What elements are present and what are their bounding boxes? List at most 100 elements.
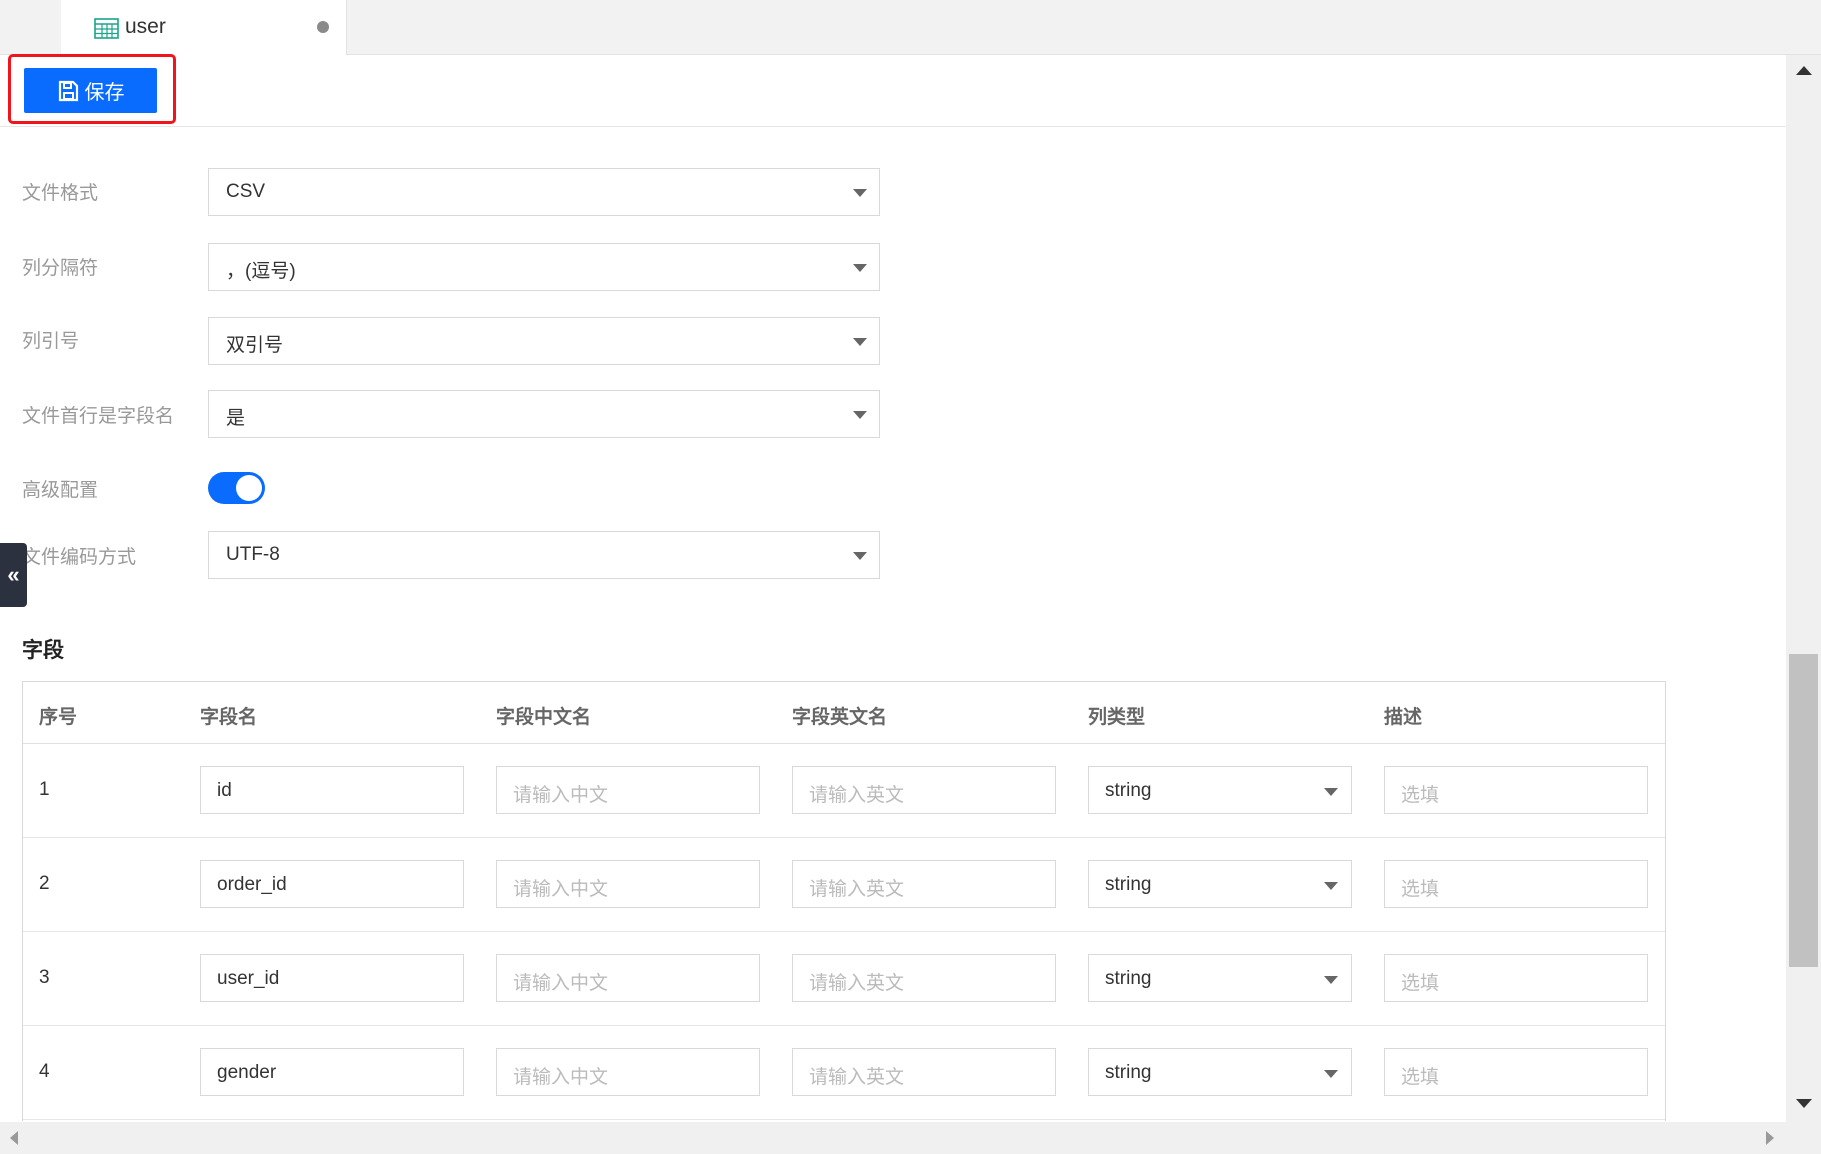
vertical-scroll-thumb[interactable] (1789, 654, 1818, 967)
vertical-scrollbar[interactable] (1786, 55, 1821, 1122)
dropdown-caret-icon (1324, 976, 1338, 984)
dropdown-caret-icon (1324, 882, 1338, 890)
table-row: 3 user_id 请输入中文 请输入英文 string 选填 (23, 932, 1665, 1026)
desc-placeholder: 选填 (1401, 785, 1440, 806)
dropdown-caret-icon (853, 264, 867, 272)
save-button[interactable]: 保存 (24, 68, 157, 113)
desc-placeholder: 选填 (1401, 1067, 1440, 1088)
desc-placeholder: 选填 (1401, 879, 1440, 900)
header-row-label: 文件首行是字段名 (22, 406, 175, 427)
en-name-placeholder: 请输入英文 (809, 1067, 905, 1088)
column-header-cn-name: 字段中文名 (496, 707, 592, 728)
encoding-label: 文件编码方式 (22, 547, 137, 568)
dropdown-caret-icon (853, 411, 867, 419)
row-index: 4 (39, 1061, 50, 1082)
horizontal-scrollbar[interactable] (0, 1122, 1821, 1154)
row-index: 3 (39, 967, 50, 988)
cn-name-placeholder: 请输入中文 (513, 1067, 609, 1088)
column-type-select[interactable]: string (1088, 954, 1352, 1002)
column-quote-select[interactable]: 双引号 (208, 317, 880, 365)
column-delimiter-select[interactable]: ，(逗号) (208, 243, 880, 291)
encoding-value: UTF-8 (226, 544, 280, 565)
dropdown-caret-icon (853, 189, 867, 197)
column-quote-label: 列引号 (22, 331, 80, 352)
scroll-left-arrow-icon[interactable] (10, 1131, 18, 1145)
en-name-input[interactable]: 请输入英文 (792, 860, 1056, 908)
field-name-value: user_id (217, 968, 280, 989)
tab-label: user (125, 15, 166, 38)
field-name-value: id (217, 780, 232, 801)
column-type-select[interactable]: string (1088, 860, 1352, 908)
scroll-down-arrow-icon[interactable] (1796, 1099, 1812, 1108)
file-format-label: 文件格式 (22, 183, 99, 204)
fields-table: 序号 字段名 字段中文名 字段英文名 列类型 描述 1 id 请输入中文 请输入… (22, 681, 1666, 1121)
toggle-knob (236, 475, 262, 501)
header-row-select[interactable]: 是 (208, 390, 880, 438)
column-type-value: string (1105, 874, 1152, 895)
encoding-select[interactable]: UTF-8 (208, 531, 880, 579)
en-name-input[interactable]: 请输入英文 (792, 766, 1056, 814)
cn-name-placeholder: 请输入中文 (513, 879, 609, 900)
column-header-name: 字段名 (200, 707, 258, 728)
field-name-value: gender (217, 1062, 277, 1083)
save-label: 保存 (84, 82, 125, 104)
file-format-value: CSV (226, 181, 266, 202)
column-quote-value: 双引号 (226, 335, 284, 356)
fields-section-title: 字段 (22, 639, 64, 662)
column-header-desc: 描述 (1384, 707, 1423, 728)
tab-bar: user (0, 0, 1821, 55)
en-name-placeholder: 请输入英文 (809, 785, 905, 806)
row-index: 2 (39, 873, 50, 894)
field-name-input[interactable]: order_id (200, 860, 464, 908)
toolbar (0, 55, 1786, 127)
advanced-config-label: 高级配置 (22, 480, 99, 501)
dropdown-caret-icon (853, 338, 867, 346)
desc-input[interactable]: 选填 (1384, 954, 1648, 1002)
en-name-input[interactable]: 请输入英文 (792, 1048, 1056, 1096)
table-row: 2 order_id 请输入中文 请输入英文 string 选填 (23, 838, 1665, 932)
table-grid-icon (94, 18, 119, 39)
cn-name-placeholder: 请输入中文 (513, 973, 609, 994)
en-name-placeholder: 请输入英文 (809, 973, 905, 994)
column-type-value: string (1105, 968, 1152, 989)
column-header-type: 列类型 (1088, 707, 1146, 728)
field-name-input[interactable]: gender (200, 1048, 464, 1096)
column-type-select[interactable]: string (1088, 1048, 1352, 1096)
table-header: 序号 字段名 字段中文名 字段英文名 列类型 描述 (23, 682, 1665, 744)
column-delimiter-value: ，(逗号) (226, 261, 296, 282)
tab-user[interactable]: user (61, 0, 347, 55)
file-format-select[interactable]: CSV (208, 168, 880, 216)
field-name-value: order_id (217, 874, 287, 895)
scroll-up-arrow-icon[interactable] (1796, 66, 1812, 75)
cn-name-input[interactable]: 请输入中文 (496, 766, 760, 814)
field-name-input[interactable]: user_id (200, 954, 464, 1002)
field-name-input[interactable]: id (200, 766, 464, 814)
row-index: 1 (39, 779, 50, 800)
column-header-en-name: 字段英文名 (792, 707, 888, 728)
cn-name-input[interactable]: 请输入中文 (496, 1048, 760, 1096)
dropdown-caret-icon (853, 552, 867, 560)
column-header-index: 序号 (39, 707, 78, 728)
desc-placeholder: 选填 (1401, 973, 1440, 994)
desc-input[interactable]: 选填 (1384, 1048, 1648, 1096)
scroll-right-arrow-icon[interactable] (1766, 1131, 1774, 1145)
unsaved-dot-icon (317, 21, 329, 33)
collapse-panel-button[interactable]: « (0, 543, 27, 607)
column-delimiter-label: 列分隔符 (22, 258, 99, 279)
column-type-select[interactable]: string (1088, 766, 1352, 814)
dropdown-caret-icon (1324, 788, 1338, 796)
cn-name-input[interactable]: 请输入中文 (496, 860, 760, 908)
table-row: 1 id 请输入中文 请输入英文 string 选填 (23, 744, 1665, 838)
floppy-disk-icon (57, 80, 85, 102)
table-row: 4 gender 请输入中文 请输入英文 string 选填 (23, 1026, 1665, 1120)
en-name-placeholder: 请输入英文 (809, 879, 905, 900)
en-name-input[interactable]: 请输入英文 (792, 954, 1056, 1002)
cn-name-placeholder: 请输入中文 (513, 785, 609, 806)
desc-input[interactable]: 选填 (1384, 860, 1648, 908)
cn-name-input[interactable]: 请输入中文 (496, 954, 760, 1002)
dropdown-caret-icon (1324, 1070, 1338, 1078)
header-row-value: 是 (226, 408, 246, 429)
advanced-config-toggle[interactable] (208, 472, 265, 504)
double-chevron-left-icon: « (7, 562, 20, 587)
desc-input[interactable]: 选填 (1384, 766, 1648, 814)
